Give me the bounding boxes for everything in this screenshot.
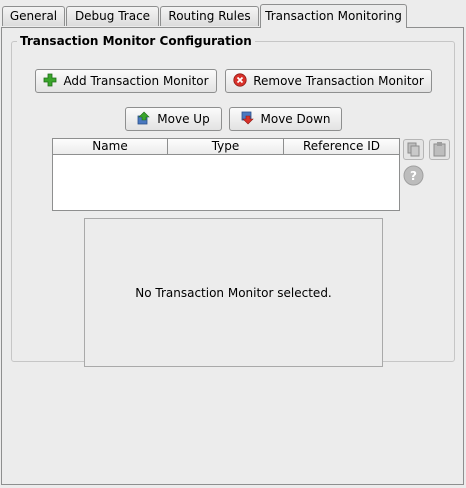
tab-general[interactable]: General [2, 6, 65, 26]
transaction-monitor-config-group: Transaction Monitor Configuration Add Tr… [11, 34, 455, 367]
detail-panel: No Transaction Monitor selected. [84, 218, 383, 367]
remove-button-label: Remove Transaction Monitor [253, 74, 424, 88]
move-down-icon [241, 111, 255, 128]
copy-button[interactable] [403, 139, 424, 160]
help-button[interactable]: ? [403, 165, 424, 186]
move-up-icon [137, 111, 151, 128]
column-header-type[interactable]: Type [168, 139, 284, 154]
tab-transaction-monitoring[interactable]: Transaction Monitoring [260, 4, 407, 28]
help-icon: ? [403, 165, 424, 189]
move-down-label: Move Down [260, 112, 331, 126]
add-transaction-monitor-button[interactable]: Add Transaction Monitor [35, 69, 217, 93]
transaction-monitor-table[interactable]: Name Type Reference ID [52, 138, 400, 211]
no-selection-message: No Transaction Monitor selected. [135, 285, 332, 300]
move-down-button[interactable]: Move Down [229, 107, 342, 131]
add-button-label: Add Transaction Monitor [63, 74, 209, 88]
tab-panel: Transaction Monitor Configuration Add Tr… [1, 27, 464, 485]
paste-button[interactable] [429, 139, 450, 160]
move-up-label: Move Up [157, 112, 210, 126]
column-header-name[interactable]: Name [53, 139, 168, 154]
tab-debug-trace[interactable]: Debug Trace [66, 6, 159, 26]
tab-routing-rules[interactable]: Routing Rules [160, 6, 259, 26]
paste-icon [430, 142, 449, 162]
column-header-reference-id[interactable]: Reference ID [284, 139, 399, 154]
group-title: Transaction Monitor Configuration [17, 34, 255, 48]
remove-transaction-monitor-button[interactable]: Remove Transaction Monitor [225, 69, 432, 93]
svg-text:?: ? [410, 169, 417, 183]
move-up-button[interactable]: Move Up [125, 107, 222, 131]
remove-icon [233, 72, 247, 90]
table-header: Name Type Reference ID [53, 139, 399, 155]
copy-icon [404, 142, 423, 162]
plus-icon [43, 73, 57, 90]
